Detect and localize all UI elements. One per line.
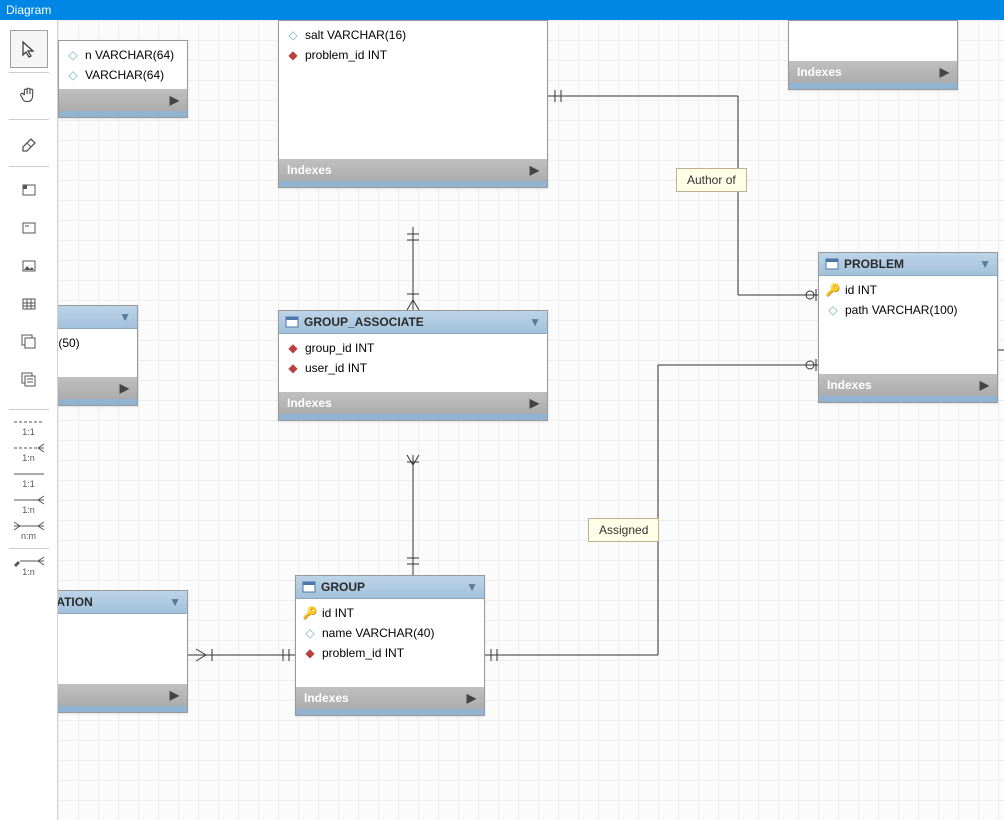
table-icon (302, 580, 316, 594)
sep (9, 409, 49, 410)
column: ◇salt VARCHAR(16) (279, 25, 547, 45)
rel-1-n-dashed[interactable]: 1:n (10, 440, 48, 466)
fk-icon: ◆ (287, 361, 299, 375)
entity-group-associate[interactable]: GROUP_ASSOCIATE ▼ ◆group_id INT ◆user_id… (278, 310, 548, 421)
indexes-bar[interactable]: ▶ (59, 89, 187, 111)
fk-icon: ◆ (287, 341, 299, 355)
entity-on-partial[interactable]: ON ▼ .(50) ▶ (58, 305, 138, 406)
chevron-down-icon: ▼ (529, 315, 541, 329)
column: .(50) (58, 333, 137, 353)
column: ◇path VARCHAR(100) (819, 300, 997, 320)
column: 🔑id INT (819, 280, 997, 300)
tool-note[interactable] (10, 209, 48, 247)
chevron-down-icon: ▼ (169, 595, 181, 609)
column: ◆group_id INT (279, 338, 547, 358)
titlebar: Diagram (0, 0, 1004, 20)
entity-group[interactable]: GROUP ▼ 🔑id INT ◇name VARCHAR(40) ◆probl… (295, 575, 485, 716)
rel-1-1-dashed[interactable]: 1:1 (10, 414, 48, 440)
expand-icon: ▶ (467, 691, 476, 705)
tool-hand[interactable] (10, 77, 48, 115)
nullable-icon: ◇ (67, 48, 79, 62)
table-icon (285, 315, 299, 329)
sep (9, 166, 49, 167)
entity-problem[interactable]: PROBLEM ▼ 🔑id INT ◇path VARCHAR(100) Ind… (818, 252, 998, 403)
sep (9, 548, 49, 549)
chevron-down-icon: ▼ (979, 257, 991, 271)
indexes-bar[interactable]: Indexes▶ (279, 159, 547, 181)
indexes-bar[interactable]: Indexes▶ (789, 61, 957, 83)
rel-pencil-1-n[interactable]: 1:n (10, 553, 48, 579)
column: ◆problem_id INT (296, 643, 484, 663)
pk-icon: 🔑 (304, 606, 316, 620)
main: 1:1 1:n 1:1 1:n n:m 1:n (0, 20, 1004, 820)
label-author-of[interactable]: Author of (676, 168, 747, 192)
tool-routine[interactable] (10, 323, 48, 361)
tool-script[interactable] (10, 361, 48, 399)
indexes-bar[interactable]: ▶ (58, 377, 137, 399)
expand-icon: ▶ (980, 378, 989, 392)
rel-1-n-solid[interactable]: 1:n (10, 492, 48, 518)
column: ◇VARCHAR(64) (59, 65, 187, 85)
expand-icon: ▶ (940, 65, 949, 79)
entity-filiation[interactable]: FILIATION ▼ ▶ (58, 590, 188, 713)
canvas[interactable]: ◇n VARCHAR(64) ◇VARCHAR(64) ▶ ◇salt VARC… (58, 20, 1004, 820)
sep (9, 72, 49, 73)
expand-icon: ▶ (530, 396, 539, 410)
indexes-bar[interactable]: ▶ (58, 684, 187, 706)
indexes-bar[interactable]: Indexes▶ (819, 374, 997, 396)
tool-table[interactable] (10, 285, 48, 323)
entity-header[interactable]: GROUP_ASSOCIATE ▼ (279, 311, 547, 334)
tool-layer[interactable] (10, 171, 48, 209)
column: ◇name VARCHAR(40) (296, 623, 484, 643)
nullable-icon: ◇ (67, 68, 79, 82)
rel-n-m[interactable]: n:m (10, 518, 48, 544)
entity-header[interactable]: PROBLEM ▼ (819, 253, 997, 276)
expand-icon: ▶ (530, 163, 539, 177)
column: ◆problem_id INT (279, 45, 547, 65)
column: ◆user_id INT (279, 358, 547, 378)
indexes-bar[interactable]: Indexes▶ (296, 687, 484, 709)
chevron-down-icon: ▼ (119, 310, 131, 324)
indexes-bar[interactable]: Indexes▶ (279, 392, 547, 414)
entity-header[interactable]: GROUP ▼ (296, 576, 484, 599)
rel-1-1-solid[interactable]: 1:1 (10, 466, 48, 492)
pk-icon: 🔑 (827, 283, 839, 297)
tool-pointer[interactable] (10, 30, 48, 68)
chevron-down-icon: ▼ (466, 580, 478, 594)
nullable-icon: ◇ (827, 303, 839, 317)
table-icon (825, 257, 839, 271)
tool-eraser[interactable] (10, 124, 48, 162)
label-assigned[interactable]: Assigned (588, 518, 659, 542)
column: ◇n VARCHAR(64) (59, 45, 187, 65)
tool-image[interactable] (10, 247, 48, 285)
nullable-icon: ◇ (287, 28, 299, 42)
title-text: Diagram (6, 3, 51, 17)
expand-icon: ▶ (170, 688, 179, 702)
expand-icon: ▶ (170, 93, 179, 107)
sep (9, 119, 49, 120)
fk-icon: ◆ (287, 48, 299, 62)
expand-icon: ▶ (120, 381, 129, 395)
nullable-icon: ◇ (304, 626, 316, 640)
toolbar: 1:1 1:n 1:1 1:n n:m 1:n (0, 20, 58, 820)
entity-header[interactable]: ON ▼ (58, 306, 137, 329)
entity-salt-partial[interactable]: ◇salt VARCHAR(16) ◆problem_id INT Indexe… (278, 20, 548, 188)
column: 🔑id INT (296, 603, 484, 623)
entity-user-partial[interactable]: ◇n VARCHAR(64) ◇VARCHAR(64) ▶ (58, 40, 188, 118)
fk-icon: ◆ (304, 646, 316, 660)
entity-header[interactable]: FILIATION ▼ (58, 591, 187, 614)
entity-top-right-partial[interactable]: Indexes▶ (788, 20, 958, 90)
